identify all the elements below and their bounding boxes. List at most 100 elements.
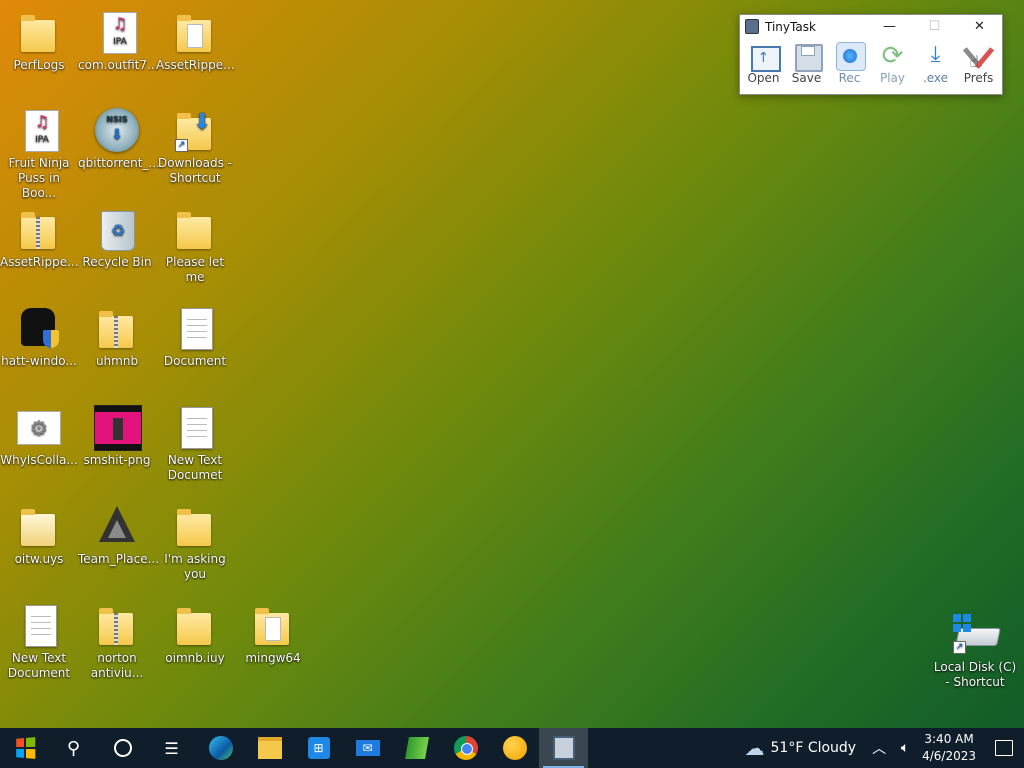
- rec-button[interactable]: Rec: [828, 42, 871, 85]
- desktop-icon-mingw64[interactable]: mingw64: [234, 601, 312, 666]
- play-loop-icon: ⟳: [881, 41, 904, 71]
- tinytask-toolbar: ↑ Open Save Rec ⟳ Play ⤓ .exe ☝ Prefs: [740, 38, 1002, 85]
- prefs-label: Prefs: [963, 71, 994, 85]
- record-icon: [835, 42, 866, 71]
- tinytask-app-icon: [552, 736, 575, 760]
- taskbar-weather-app[interactable]: [490, 728, 539, 768]
- minimize-button[interactable]: —: [867, 15, 912, 38]
- icon-label: oitw.uys: [14, 552, 64, 566]
- volume-button[interactable]: 🔈︎: [892, 740, 918, 756]
- icon-label: Recycle Bin: [82, 255, 152, 269]
- folder-icon: [171, 205, 219, 253]
- desktop-icon-team-place[interactable]: Team_Place...: [78, 502, 159, 567]
- task-view-icon: ☰: [164, 738, 179, 758]
- icon-label: norton antiviu...: [90, 651, 144, 680]
- icon-label: AssetRippe...: [0, 255, 79, 269]
- blank-file-icon: [15, 502, 63, 550]
- desktop-icon-smshit-png[interactable]: smshit-png: [78, 403, 156, 468]
- desktop-icon-recycle-bin[interactable]: ♻ Recycle Bin: [78, 205, 156, 270]
- desktop-icon-downloads-shortcut[interactable]: ⬇ ↗ Downloads - Shortcut: [156, 106, 234, 186]
- icon-label: qbittorrent_...: [78, 156, 160, 170]
- desktop-icon-local-disk-shortcut[interactable]: ↗ Local Disk (C) - Shortcut: [932, 610, 1018, 690]
- text-document-icon: [171, 403, 219, 451]
- desktop-icon-oimnb[interactable]: oimnb.iuy: [156, 601, 234, 666]
- shortcut-arrow-icon: ↗: [175, 139, 188, 152]
- taskbar-chrome[interactable]: [441, 728, 490, 768]
- icon-label: com.outfit7...: [78, 58, 159, 72]
- store-icon: ⊞: [307, 737, 330, 759]
- desktop-icon-fruit-ninja[interactable]: ♫ IPA Fruit Ninja Puss in Boo...: [0, 106, 78, 201]
- task-view-button[interactable]: ☰: [147, 728, 196, 768]
- icon-label: I'm asking you: [164, 552, 226, 581]
- tinytask-app-icon: [745, 19, 759, 34]
- desktop-icon-new-text-documet[interactable]: New Text Documet: [156, 403, 234, 483]
- mouse-cursor-icon: ☝: [969, 52, 980, 71]
- zip-folder-icon: [93, 304, 141, 352]
- folder-icon: [171, 601, 219, 649]
- icon-label: WhyIsColla...: [0, 453, 78, 467]
- notification-center-button[interactable]: [984, 728, 1024, 768]
- hatt-app-icon: [15, 304, 63, 352]
- taskbar-file-explorer[interactable]: [245, 728, 294, 768]
- file-explorer-icon: [257, 737, 282, 759]
- maximize-button[interactable]: ☐: [912, 15, 957, 38]
- desktop-icon-norton-antivirus[interactable]: norton antiviu...: [78, 601, 156, 681]
- weather-widget[interactable]: ☁ 51°F Cloudy: [745, 736, 857, 760]
- exe-button[interactable]: ⤓ .exe: [914, 42, 957, 85]
- drive-icon: ↗: [951, 610, 1001, 658]
- settings-image-icon: ⚙: [15, 403, 63, 451]
- save-icon: [792, 42, 823, 72]
- taskbar-tinytask[interactable]: [539, 728, 588, 768]
- save-button[interactable]: Save: [785, 42, 828, 85]
- folder-icon: [15, 8, 63, 56]
- icon-label: AssetRippe...: [156, 58, 235, 72]
- desktop-icon-perflogs[interactable]: PerfLogs: [0, 8, 78, 73]
- document-icon: [171, 304, 219, 352]
- desktop-icon-com-outfit7[interactable]: ♫ IPA com.outfit7...: [78, 8, 159, 73]
- desktop-icon-oitw[interactable]: oitw.uys: [0, 502, 78, 567]
- notification-icon: [995, 740, 1013, 756]
- exe-label: .exe: [922, 71, 949, 85]
- start-button[interactable]: [0, 728, 49, 768]
- icon-label: New Text Documet: [167, 453, 223, 482]
- ipa-file-icon: ♫ IPA: [15, 106, 63, 154]
- prefs-button[interactable]: ☝ Prefs: [957, 42, 1000, 85]
- tinytask-window[interactable]: TinyTask — ☐ ✕ ↑ Open Save Rec ⟳ Play ⤓ …: [739, 14, 1003, 95]
- cortana-button[interactable]: [98, 728, 147, 768]
- icon-label: Downloads - Shortcut: [157, 156, 233, 185]
- show-hidden-icons-button[interactable]: ︿: [866, 738, 892, 758]
- taskbar-edge[interactable]: [196, 728, 245, 768]
- open-button[interactable]: ↑ Open: [742, 42, 785, 85]
- desktop-icon-assetripper[interactable]: AssetRippe...: [156, 8, 235, 73]
- search-button[interactable]: ⚲: [49, 728, 98, 768]
- open-label: Open: [747, 71, 780, 85]
- desktop-icon-please-let-me[interactable]: ‎Please let me: [156, 205, 234, 285]
- weather-app-icon: [502, 736, 527, 760]
- taskbar-mail[interactable]: ✉: [343, 728, 392, 768]
- icon-label: hatt-windo...: [1, 354, 77, 368]
- desktop-icon-im-asking-you[interactable]: I'm asking you: [156, 502, 234, 582]
- play-label: Play: [879, 71, 906, 85]
- downloads-folder-icon: ⬇ ↗: [171, 106, 219, 154]
- tinytask-titlebar[interactable]: TinyTask — ☐ ✕: [740, 15, 1002, 38]
- rec-label: Rec: [838, 71, 861, 85]
- desktop-icon-document[interactable]: Document: [156, 304, 234, 369]
- tools-icon: ☝: [962, 42, 994, 71]
- recycle-bin-icon: ♻: [93, 205, 141, 253]
- play-button[interactable]: ⟳ Play: [871, 42, 914, 85]
- icon-label: New Text Document: [7, 651, 71, 680]
- unity-logo-icon: [93, 502, 141, 550]
- cloud-icon: ☁: [744, 736, 765, 760]
- desktop-icon-assetripper-zip[interactable]: AssetRippe...: [0, 205, 79, 270]
- taskbar-spreadsheet-app[interactable]: [392, 728, 441, 768]
- clock[interactable]: 3:40 AM 4/6/2023: [922, 731, 976, 765]
- desktop-icon-whyiscollapsed[interactable]: ⚙ WhyIsColla...: [0, 403, 78, 468]
- desktop-icon-qbittorrent[interactable]: NSIS ⬇ qbittorrent_...: [78, 106, 160, 171]
- spreadsheet-icon: [404, 737, 429, 759]
- taskbar-store[interactable]: ⊞: [294, 728, 343, 768]
- desktop-icon-hatt-windows[interactable]: hatt-windo...: [0, 304, 78, 369]
- edge-icon: [208, 736, 233, 760]
- desktop-icon-uhmnb[interactable]: uhmnb: [78, 304, 156, 369]
- close-button[interactable]: ✕: [957, 15, 1002, 38]
- desktop-icon-new-text-document[interactable]: New Text Document: [0, 601, 78, 681]
